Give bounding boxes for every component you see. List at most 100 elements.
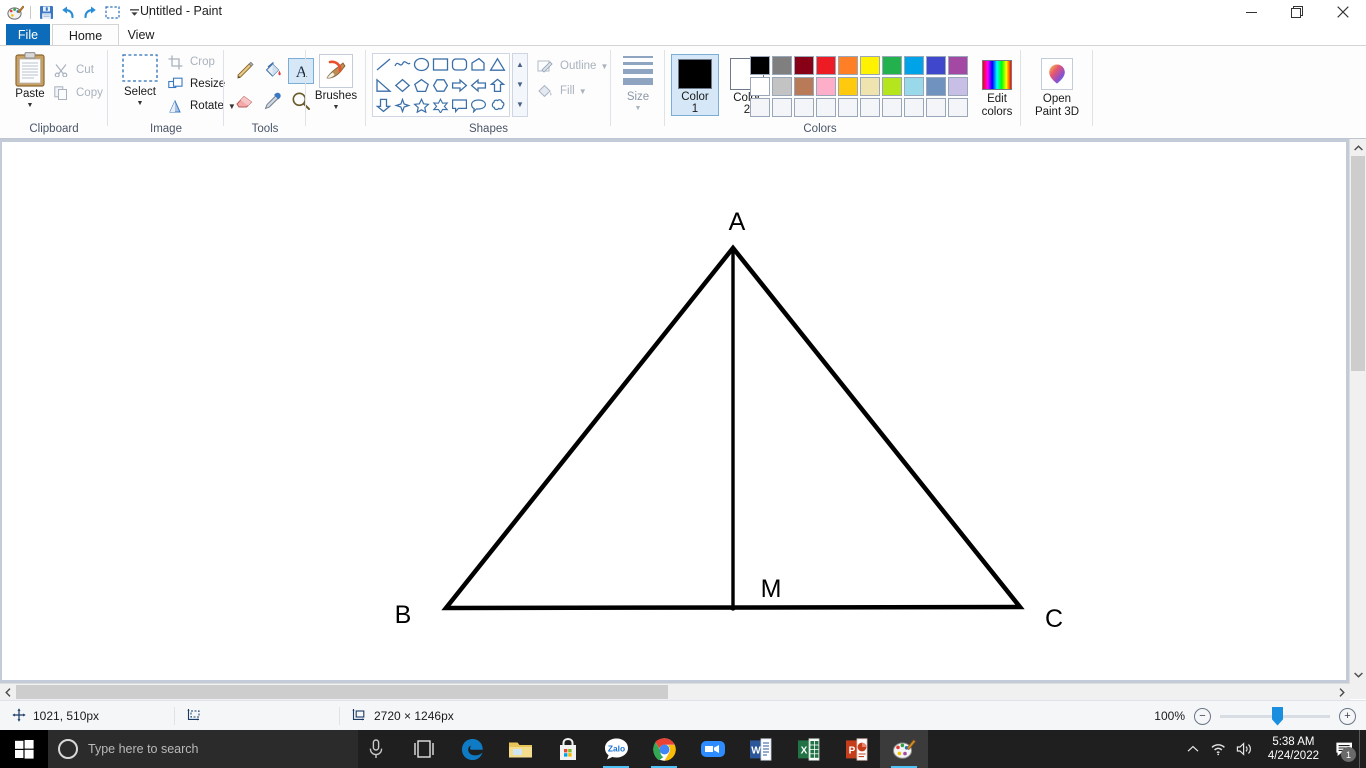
microsoft-store-icon[interactable]: [544, 730, 592, 768]
crop-button[interactable]: Crop: [164, 51, 215, 73]
redo-icon[interactable]: [79, 1, 101, 23]
shape-line[interactable]: [373, 54, 394, 74]
vertical-scrollbar[interactable]: [1349, 139, 1366, 683]
zoom-out-button[interactable]: −: [1194, 707, 1211, 725]
shape-five-point-star[interactable]: [411, 95, 432, 115]
zoom-icon[interactable]: [688, 730, 736, 768]
palette-swatch-r3-c3[interactable]: [794, 98, 814, 117]
shape-hexagon[interactable]: [430, 75, 451, 95]
palette-swatch-r1-c9[interactable]: [926, 56, 946, 75]
paint-taskbar-icon[interactable]: [880, 730, 928, 768]
shape-four-point-star[interactable]: [392, 95, 413, 115]
palette-swatch-r1-c6[interactable]: [860, 56, 880, 75]
excel-icon[interactable]: X: [784, 730, 832, 768]
cortana-mic-icon[interactable]: [352, 730, 400, 768]
palette-swatch-r2-c2[interactable]: [772, 77, 792, 96]
paste-dropdown-caret[interactable]: ▼: [27, 102, 34, 109]
palette-swatch-r3-c6[interactable]: [860, 98, 880, 117]
shapes-gallery[interactable]: [372, 53, 510, 117]
palette-swatch-r1-c10[interactable]: [948, 56, 968, 75]
palette-swatch-r1-c5[interactable]: [838, 56, 858, 75]
palette-swatch-r3-c9[interactable]: [926, 98, 946, 117]
palette-swatch-r1-c7[interactable]: [882, 56, 902, 75]
palette-swatch-r3-c4[interactable]: [816, 98, 836, 117]
palette-swatch-r1-c4[interactable]: [816, 56, 836, 75]
size-button[interactable]: Size ▼: [612, 56, 664, 112]
select-button[interactable]: Select ▼: [114, 54, 166, 107]
shape-rectangle[interactable]: [430, 54, 451, 74]
edge-icon[interactable]: [448, 730, 496, 768]
palette-swatch-r1-c1[interactable]: [750, 56, 770, 75]
task-view-icon[interactable]: [400, 730, 448, 768]
brushes-button[interactable]: Brushes ▼: [310, 54, 362, 111]
scroll-left-icon[interactable]: [0, 684, 16, 700]
fill-with-color-tool[interactable]: [260, 58, 286, 84]
show-hidden-icons-icon[interactable]: [1180, 730, 1206, 768]
zoom-slider-thumb[interactable]: [1272, 706, 1283, 726]
select-dropdown-caret[interactable]: ▼: [137, 100, 144, 107]
color-picker-tool[interactable]: [260, 88, 286, 114]
shape-curve[interactable]: [392, 54, 413, 74]
brushes-dropdown-caret[interactable]: ▼: [333, 104, 340, 111]
file-explorer-icon[interactable]: [496, 730, 544, 768]
outline-button[interactable]: Outline ▼: [534, 55, 608, 77]
outline-caret[interactable]: ▼: [600, 62, 608, 71]
chrome-icon[interactable]: [640, 730, 688, 768]
shape-rounded-callout[interactable]: [468, 95, 489, 115]
word-icon[interactable]: W: [736, 730, 784, 768]
edit-colors-button[interactable]: Edit colors: [975, 60, 1019, 119]
drawing-canvas[interactable]: A B C M: [2, 142, 1346, 680]
palette-swatch-r3-c1[interactable]: [750, 98, 770, 117]
shape-left-arrow[interactable]: [468, 75, 489, 95]
shape-triangle[interactable]: [487, 54, 508, 74]
palette-swatch-r1-c2[interactable]: [772, 56, 792, 75]
notifications-button[interactable]: 1: [1329, 730, 1359, 768]
pencil-tool[interactable]: [232, 58, 258, 84]
shapes-scroll-down-icon[interactable]: ▼: [513, 74, 527, 94]
undo-icon[interactable]: [57, 1, 79, 23]
close-button[interactable]: [1320, 0, 1366, 24]
start-button[interactable]: [0, 730, 48, 768]
shape-pentagon[interactable]: [411, 75, 432, 95]
scroll-right-icon[interactable]: [1334, 684, 1350, 700]
palette-swatch-r2-c7[interactable]: [882, 77, 902, 96]
palette-swatch-r2-c5[interactable]: [838, 77, 858, 96]
zoom-in-button[interactable]: +: [1339, 707, 1356, 725]
zalo-icon[interactable]: Zalo: [592, 730, 640, 768]
shapes-scroll-up-icon[interactable]: ▲: [513, 54, 527, 74]
paste-button[interactable]: Paste ▼: [4, 52, 56, 109]
wifi-icon[interactable]: [1206, 730, 1232, 768]
shape-oval[interactable]: [411, 54, 432, 74]
horizontal-scroll-thumb[interactable]: [16, 685, 668, 699]
tab-home[interactable]: Home: [52, 24, 119, 47]
palette-swatch-r1-c3[interactable]: [794, 56, 814, 75]
fill-button[interactable]: Fill ▼: [534, 80, 587, 102]
search-box[interactable]: Type here to search: [48, 730, 358, 768]
scroll-down-icon[interactable]: [1350, 666, 1366, 683]
shape-diamond[interactable]: [392, 75, 413, 95]
shape-rounded-rectangle[interactable]: [449, 54, 470, 74]
minimize-button[interactable]: [1228, 0, 1274, 24]
zoom-slider-track[interactable]: [1220, 706, 1330, 726]
shape-cloud-callout[interactable]: [487, 95, 508, 115]
select-all-icon[interactable]: [101, 1, 123, 23]
shape-right-arrow[interactable]: [449, 75, 470, 95]
shape-rectangular-callout[interactable]: [449, 95, 470, 115]
scroll-up-icon[interactable]: [1350, 139, 1366, 156]
fill-caret[interactable]: ▼: [579, 87, 587, 96]
shapes-scroll-buttons[interactable]: ▲ ▼ ▼: [512, 53, 528, 117]
powerpoint-icon[interactable]: P: [832, 730, 880, 768]
palette-swatch-r2-c3[interactable]: [794, 77, 814, 96]
clock[interactable]: 5:38 AM 4/24/2022: [1258, 730, 1329, 768]
speaker-icon[interactable]: [1232, 730, 1258, 768]
resize-button[interactable]: Resize: [164, 73, 225, 95]
palette-swatch-r3-c5[interactable]: [838, 98, 858, 117]
shape-six-point-star[interactable]: [430, 95, 451, 115]
palette-swatch-r2-c6[interactable]: [860, 77, 880, 96]
tab-file[interactable]: File: [6, 24, 50, 46]
shapes-expand-icon[interactable]: ▼: [513, 94, 527, 114]
shape-up-arrow[interactable]: [487, 75, 508, 95]
palette-swatch-r3-c8[interactable]: [904, 98, 924, 117]
maximize-button[interactable]: [1274, 0, 1320, 24]
show-desktop-button[interactable]: [1359, 730, 1366, 768]
